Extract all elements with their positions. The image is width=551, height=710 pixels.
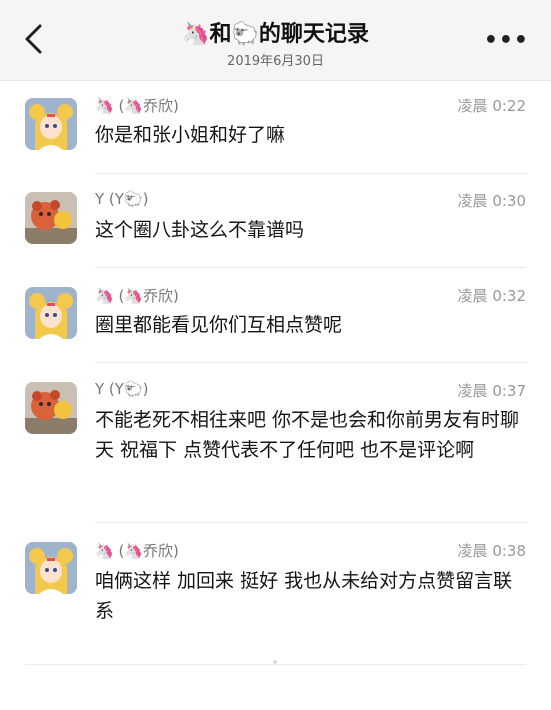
title-block: 🦄和🐑的聊天记录 2019年6月30日 (0, 16, 551, 69)
divider (95, 362, 526, 363)
sailor-moon-avatar[interactable] (25, 287, 77, 339)
chat-record-header: 🦄和🐑的聊天记录 2019年6月30日 ••• (0, 0, 551, 81)
sender-name: Y (Y🐑) (95, 190, 149, 208)
plush-toy-avatar[interactable] (25, 382, 77, 434)
end-marker (273, 660, 277, 664)
message-time: 凌晨 0:37 (457, 382, 526, 400)
message-text: 咱俩这样 加回来 挺好 我也从未给对方点赞留言联系 (95, 570, 513, 622)
sailor-moon-avatar[interactable] (25, 98, 77, 150)
divider (95, 522, 526, 523)
message-time: 凌晨 0:32 (457, 287, 526, 305)
sailor-moon-avatar-icon (25, 542, 77, 594)
sender-name: Y (Y🐑) (95, 380, 149, 398)
message-time: 凌晨 0:38 (457, 542, 526, 560)
message-text: 不能老死不相往来吧 你不是也会和你前男友有时聊天 祝福下 点赞代表不了任何吧 也… (95, 409, 520, 461)
plush-toy-avatar-icon (25, 192, 77, 244)
page-title: 🦄和🐑的聊天记录 (182, 22, 369, 47)
message-text: 你是和张小姐和好了嘛 (95, 124, 286, 146)
divider (95, 173, 526, 174)
plush-toy-avatar-icon (25, 382, 77, 434)
sailor-moon-avatar-icon (25, 287, 77, 339)
message-text: 圈里都能看见你们互相点赞呢 (95, 314, 343, 336)
sender-name: 🦄 (🦄乔欣) (95, 542, 179, 560)
sailor-moon-avatar-icon (25, 98, 77, 150)
sailor-moon-avatar[interactable] (25, 542, 77, 594)
plush-toy-avatar[interactable] (25, 192, 77, 244)
date-subtitle: 2019年6月30日 (227, 54, 324, 69)
sender-name: 🦄 (🦄乔欣) (95, 287, 179, 305)
sender-name: 🦄 (🦄乔欣) (95, 97, 179, 115)
message-time: 凌晨 0:30 (457, 192, 526, 210)
divider (95, 267, 526, 268)
more-options-button[interactable]: ••• (484, 28, 529, 53)
message-text: 这个圈八卦这么不靠谱吗 (95, 219, 305, 241)
message-time: 凌晨 0:22 (457, 97, 526, 115)
end-divider (25, 664, 526, 665)
